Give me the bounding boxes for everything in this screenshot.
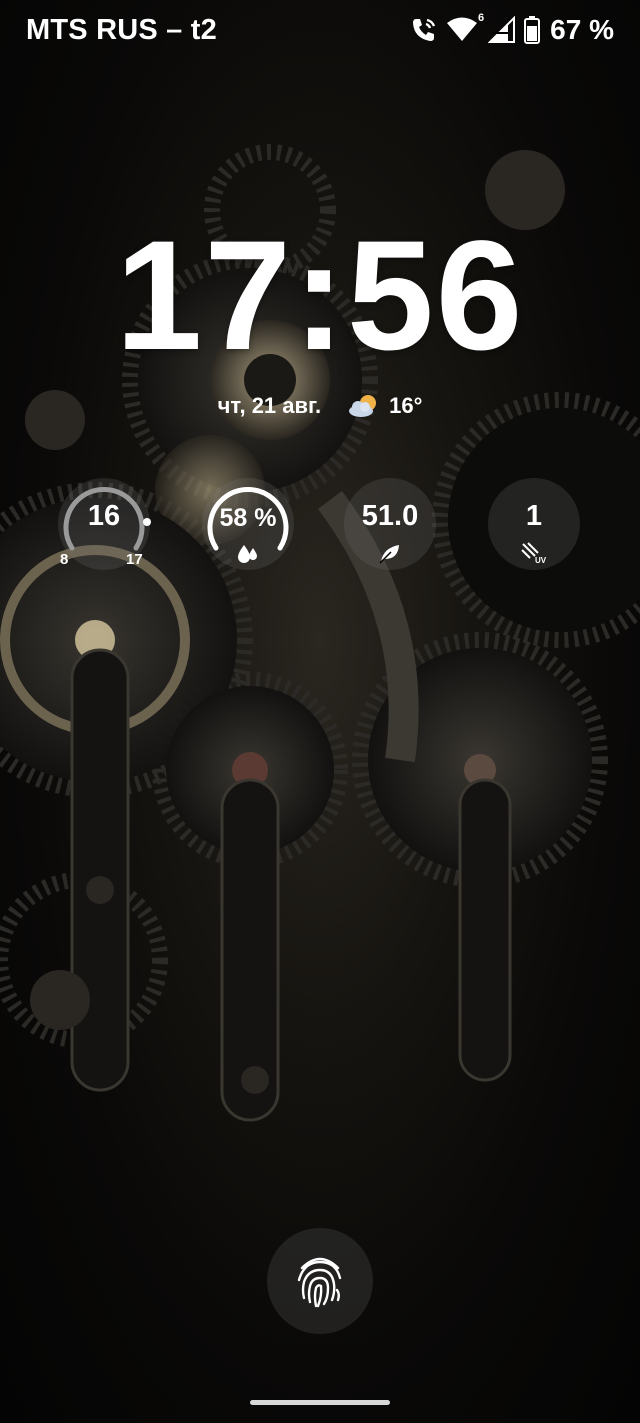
wifi-standard-badge: 6 (478, 12, 485, 24)
temperature-max: 17 (126, 551, 143, 568)
wifi-icon (447, 17, 478, 41)
weather-summary[interactable]: 16° (347, 392, 422, 420)
fingerprint-icon (297, 1257, 342, 1308)
status-bar: MTS RUS – t2 6 67 % (0, 0, 640, 60)
leaf-icon (379, 545, 399, 564)
fingerprint-unlock-button[interactable] (267, 1228, 373, 1334)
svg-text:UV: UV (535, 556, 547, 564)
date-text[interactable]: чт, 21 авг. (218, 393, 322, 419)
wifi-status: 6 (446, 12, 484, 44)
wifi-calling-icon (413, 18, 436, 41)
lock-screen: MTS RUS – t2 6 67 % 17:56 чт, 21 авг. 16… (0, 0, 640, 1423)
lockscreen-clock[interactable]: 17:56 (0, 218, 640, 374)
status-icons: 6 67 % (410, 12, 614, 48)
signal-icon (488, 16, 516, 43)
uv-index-value: 1 (525, 500, 543, 532)
uv-index-complication[interactable]: 1 UV (488, 478, 580, 570)
droplets-icon (238, 545, 257, 563)
battery-percent: 67 % (550, 14, 614, 45)
partly-cloudy-icon (349, 395, 377, 417)
battery-icon (524, 16, 541, 44)
temperature-value: 16 (87, 500, 121, 532)
home-indicator[interactable] (250, 1400, 390, 1405)
air-quality-value: 51.0 (361, 500, 419, 532)
date-weather-row: чт, 21 авг. 16° (0, 392, 640, 420)
humidity-value: 58 % (219, 504, 277, 532)
temperature-current-marker (143, 518, 151, 526)
temperature-min: 8 (60, 551, 69, 568)
weather-temperature: 16° (389, 393, 423, 418)
air-quality-complication[interactable]: 51.0 (344, 478, 436, 570)
uv-icon: UV (521, 542, 547, 564)
carrier-name: MTS RUS – t2 (26, 14, 217, 46)
humidity-complication[interactable]: 58 % (202, 478, 294, 570)
